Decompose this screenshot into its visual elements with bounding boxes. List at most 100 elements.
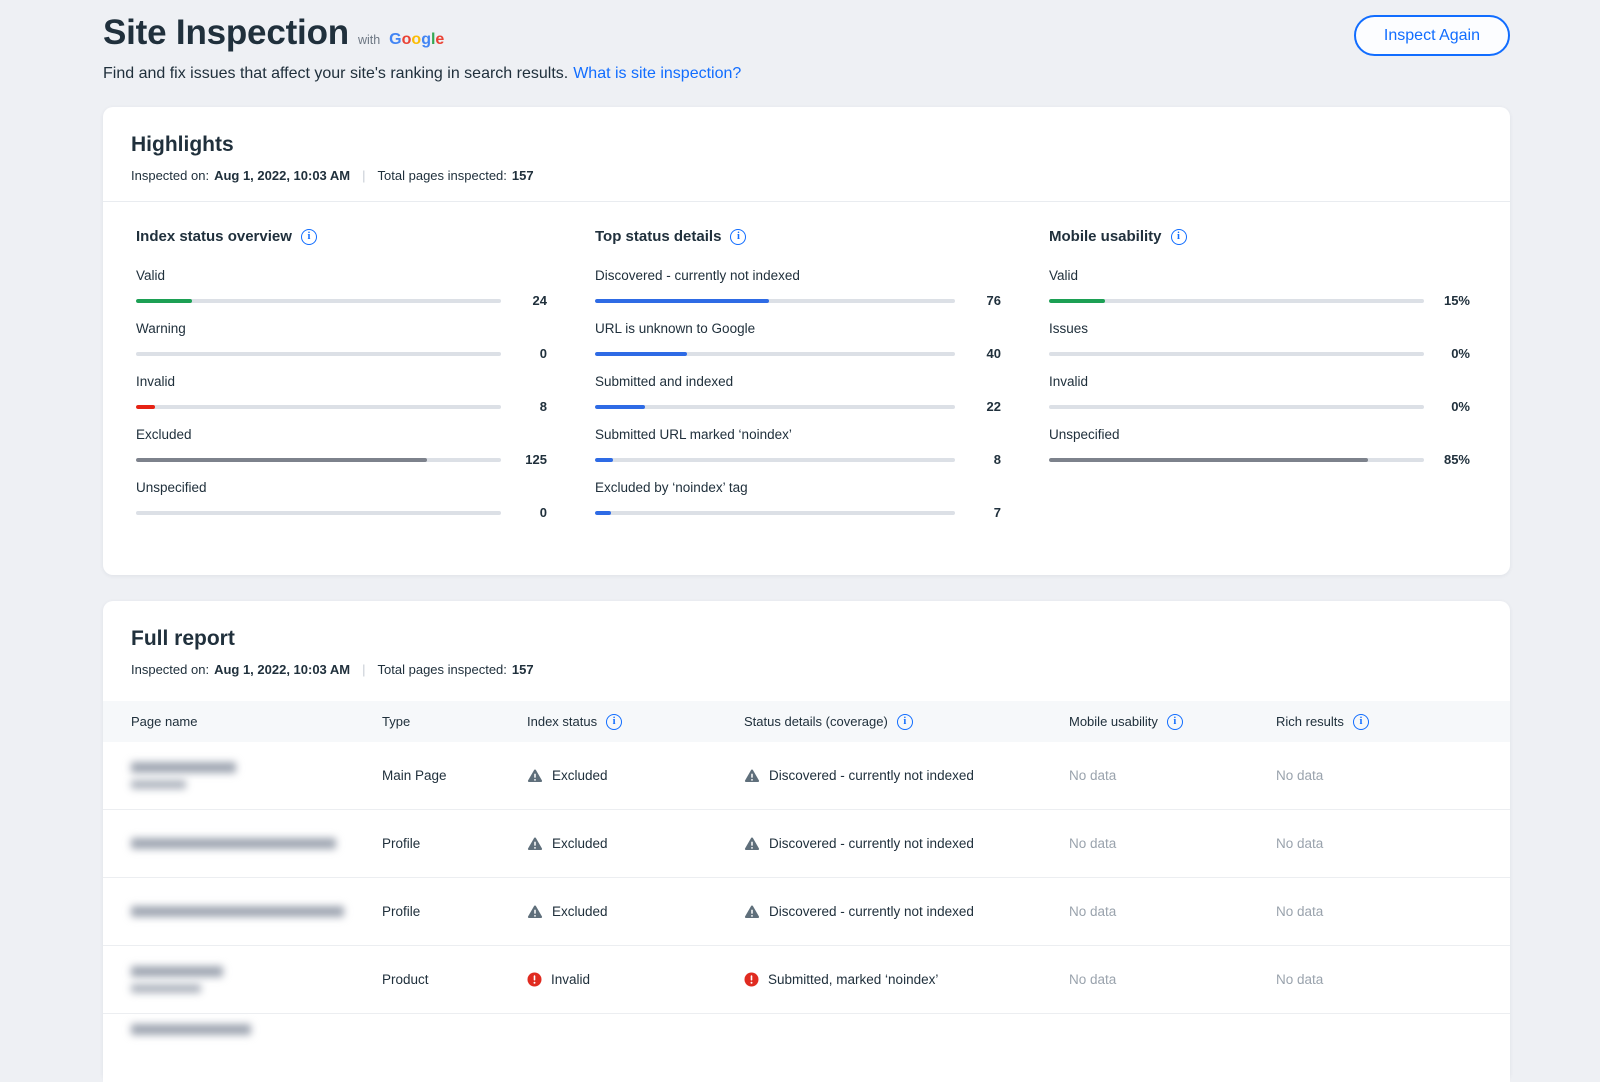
status-label: Excluded (552, 836, 608, 851)
stat-bar-fill (595, 458, 613, 462)
highlights-meta: Inspected on: Aug 1, 2022, 10:03 AM | To… (131, 168, 1482, 183)
status-label: Discovered - currently not indexed (769, 768, 974, 783)
google-letter: g (421, 31, 431, 48)
inspected-on-value: Aug 1, 2022, 10:03 AM (214, 662, 350, 677)
stat-label: Valid (136, 268, 547, 283)
stat-row: Issues0% (1049, 321, 1470, 361)
stat-row: Valid 24 (136, 268, 547, 308)
stat-value: 125 (511, 452, 547, 467)
error-icon (744, 972, 759, 987)
status-label: Invalid (551, 972, 590, 987)
google-logo: Google (389, 31, 444, 49)
stat-bar-fill (136, 458, 427, 462)
info-icon[interactable]: i (897, 714, 913, 730)
column-header-label: Index status (527, 714, 597, 729)
stat-label: Unspecified (136, 480, 547, 495)
stat-bar-line: 7 (595, 505, 1001, 520)
with-label: with (358, 33, 380, 47)
table-row (103, 1014, 1510, 1082)
stat-bar-line: 0% (1049, 399, 1470, 414)
stat-value: 0% (1434, 399, 1470, 414)
stat-bar-line: 22 (595, 399, 1001, 414)
stat-value: 8 (511, 399, 547, 414)
stat-bar-track (595, 458, 955, 462)
stat-bar-fill (595, 405, 645, 409)
google-letter: G (389, 31, 401, 48)
stat-row: Warning0 (136, 321, 547, 361)
stat-row: Submitted URL marked ‘noindex’8 (595, 427, 1001, 467)
redacted-page-name (131, 966, 223, 977)
highlight-column-header: Top status detailsi (595, 228, 1001, 245)
stat-bar-track (595, 405, 955, 409)
total-pages-value: 157 (512, 168, 534, 183)
info-icon[interactable]: i (606, 714, 622, 730)
stat-bar-track (136, 299, 501, 303)
redacted-page-name (131, 1024, 251, 1035)
stat-row: Invalid8 (136, 374, 547, 414)
stat-bar-line: 8 (136, 399, 547, 414)
stat-bar-fill (595, 352, 687, 356)
stat-bar-track (136, 511, 501, 515)
what-is-site-inspection-link[interactable]: What is site inspection? (573, 65, 741, 82)
stat-row: Valid15% (1049, 268, 1470, 308)
total-pages-value: 157 (512, 662, 534, 677)
google-letter: o (411, 31, 421, 48)
stat-label: Discovered - currently not indexed (595, 268, 1001, 283)
warning-icon (744, 769, 760, 783)
subtitle: Find and fix issues that affect your sit… (103, 65, 1510, 83)
table-header-row: Page nameTypeIndex statusiStatus details… (103, 701, 1510, 742)
warning-icon (527, 769, 543, 783)
stat-row: Excluded by ‘noindex’ tag7 (595, 480, 1001, 520)
error-icon (527, 972, 542, 987)
inspected-on-label: Inspected on: (131, 662, 209, 677)
stat-bar-line: 24 (136, 293, 547, 308)
stat-bar-line: 15% (1049, 293, 1470, 308)
stat-bar-line: 8 (595, 452, 1001, 467)
stat-bar-line: 0% (1049, 346, 1470, 361)
table-body: Main PageExcludedDiscovered - currently … (103, 742, 1510, 1082)
column-header-label: Page name (131, 714, 198, 729)
stat-bar-line: 0 (136, 505, 547, 520)
index-status-cell: Excluded (527, 768, 744, 783)
redacted-page-name (131, 906, 344, 917)
status-label: Submitted, marked ‘noindex’ (768, 972, 938, 987)
stat-label: Excluded (136, 427, 547, 442)
stat-bar-line: 85% (1049, 452, 1470, 467)
info-icon[interactable]: i (1167, 714, 1183, 730)
highlight-column: Index status overviewi Valid 24 Warning0 Inv… (103, 228, 561, 533)
type-cell: Profile (382, 904, 527, 919)
table-row: ProductInvalidSubmitted, marked ‘noindex… (103, 946, 1510, 1014)
stat-row: URL is unknown to Google40 (595, 321, 1001, 361)
status-label: Excluded (552, 768, 608, 783)
highlight-column: Mobile usabilityiValid15%Issues0%Invalid… (1015, 228, 1510, 533)
stat-value: 22 (965, 399, 1001, 414)
info-icon[interactable]: i (301, 229, 317, 245)
total-pages-label: Total pages inspected: (378, 168, 507, 183)
redacted-page-name (131, 780, 186, 789)
column-header: Mobile usabilityi (1069, 714, 1276, 730)
highlight-column-header: Index status overviewi (136, 228, 547, 245)
stat-bar-track (136, 405, 501, 409)
stat-row: Unspecified 0 (136, 480, 547, 520)
column-header: Status details (coverage) i (744, 714, 1069, 730)
stat-bar-line: 125 (136, 452, 547, 467)
stat-bar-track (1049, 299, 1424, 303)
stat-value: 85% (1434, 452, 1470, 467)
mobile-usability-cell: No data (1069, 768, 1276, 783)
column-header-label: Type (382, 714, 410, 729)
inspect-again-button[interactable]: Inspect Again (1354, 15, 1510, 56)
info-icon[interactable]: i (1171, 229, 1187, 245)
info-icon[interactable]: i (730, 229, 746, 245)
warning-icon (527, 837, 543, 851)
info-icon[interactable]: i (1353, 714, 1369, 730)
stat-value: 76 (965, 293, 1001, 308)
warning-icon (527, 905, 543, 919)
stat-bar-line: 40 (595, 346, 1001, 361)
rich-results-cell: No data (1276, 904, 1510, 919)
subtitle-text: Find and fix issues that affect your sit… (103, 65, 568, 82)
rich-results-cell: No data (1276, 768, 1510, 783)
meta-separator: | (362, 168, 365, 183)
column-header-label: Status details (coverage) (744, 714, 888, 729)
table-row: ProfileExcludedDiscovered - currently no… (103, 810, 1510, 878)
page-name-cell (103, 906, 382, 917)
